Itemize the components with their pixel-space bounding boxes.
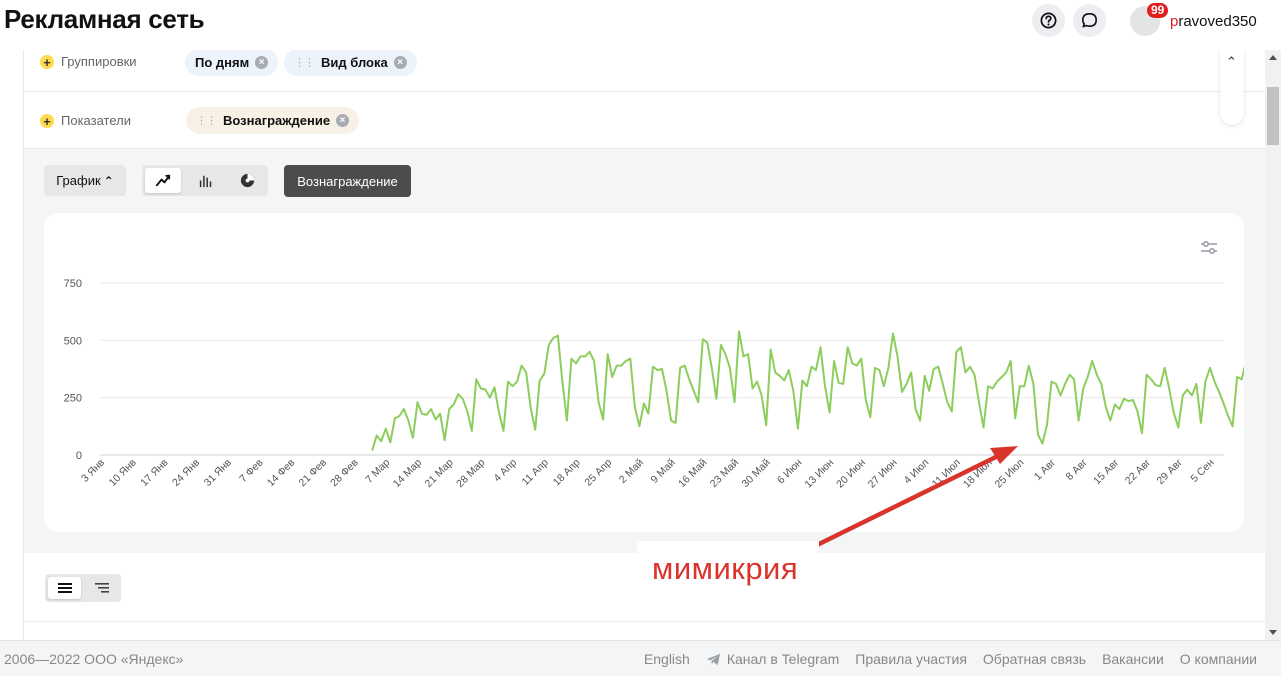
footer-link-jobs[interactable]: Вакансии	[1102, 651, 1164, 667]
header: Рекламная сеть 99 pravoved350	[0, 0, 1281, 50]
footer-link-english[interactable]: English	[644, 651, 690, 667]
annotation-arrow-head	[990, 446, 1018, 464]
footer-links: English Канал в Telegram Правила участия…	[644, 651, 1257, 667]
footer-link-feedback[interactable]: Обратная связь	[983, 651, 1086, 667]
scroll-thumb[interactable]	[1267, 87, 1279, 145]
annotation-arrow	[814, 446, 1018, 548]
footer-link-about[interactable]: О компании	[1180, 651, 1257, 667]
annotation-text: мимикрия	[652, 551, 799, 586]
user-avatar-wrap[interactable]: 99	[1128, 3, 1169, 40]
footer-link-label: Канал в Telegram	[726, 651, 840, 667]
chat-icon	[1082, 13, 1097, 28]
notification-badge: 99	[1147, 3, 1169, 18]
annotation-box: мимикрия	[637, 541, 819, 611]
copyright: 2006—2022 ООО «Яндекс»	[4, 651, 184, 667]
main-content: + Группировки По дням × ⋮⋮ Вид блока × +…	[0, 50, 1265, 640]
scroll-down-icon[interactable]	[1269, 630, 1277, 635]
flat-view-button[interactable]	[48, 577, 81, 599]
help-icon	[1040, 12, 1057, 29]
app-page: Рекламная сеть 99 pravoved350 + Группиро…	[0, 0, 1281, 676]
page-title: Рекламная сеть	[4, 4, 205, 34]
scroll-up-icon[interactable]	[1269, 55, 1277, 60]
username[interactable]: pravoved350	[1170, 13, 1257, 30]
footer-link-telegram[interactable]: Канал в Telegram	[706, 651, 839, 667]
footer-link-rules[interactable]: Правила участия	[855, 651, 967, 667]
tree-list-icon	[94, 583, 109, 593]
annotation-arrow-line	[814, 451, 1005, 548]
tree-view-button[interactable]	[85, 577, 118, 599]
vertical-scrollbar[interactable]	[1265, 50, 1281, 640]
username-rest: ravoved350	[1178, 13, 1257, 30]
help-button[interactable]	[1032, 4, 1065, 37]
list-icon	[57, 583, 72, 593]
footer: 2006—2022 ООО «Яндекс» English Канал в T…	[0, 640, 1281, 676]
chat-button[interactable]	[1073, 4, 1106, 37]
telegram-icon	[706, 653, 720, 665]
table-divider	[24, 621, 1265, 622]
table-view-switch	[45, 574, 121, 602]
